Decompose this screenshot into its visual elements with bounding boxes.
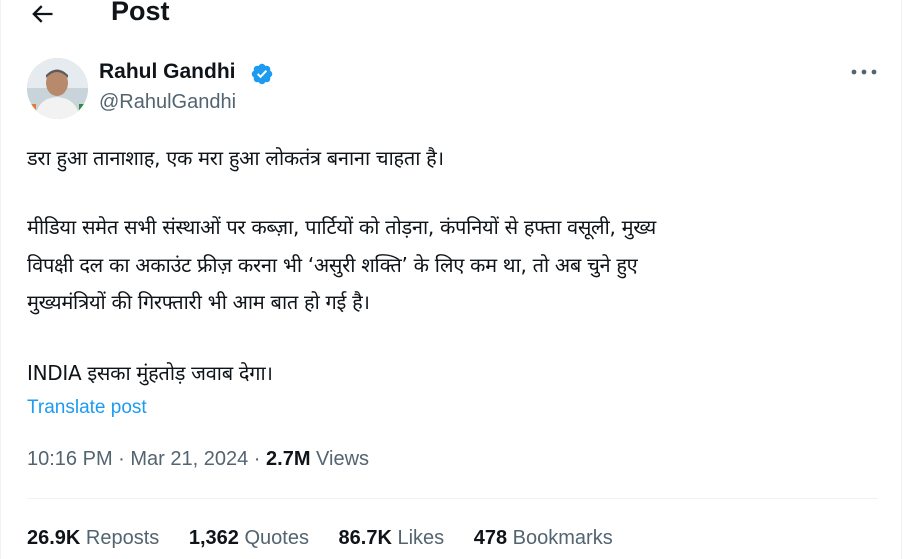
stat-count: 26.9K [27,527,81,549]
header: Post [0,0,904,30]
views-count: 2.7M [266,448,311,470]
column-border-left [0,0,1,559]
tweet-text-line: विपक्षी दल का अकाउंट फ्रीज़ करना भी ‘असु… [27,253,638,277]
stat-label: Bookmarks [507,527,613,549]
meta-separator: · [248,448,267,470]
divider [27,498,878,499]
meta-separator: · [112,448,131,470]
post-meta: 10:16 PM · Mar 21, 2024 · 2.7M Views [27,448,369,471]
post-detail-view: Post Rahul Gandhi @RahulGandhi डरा हुआ त… [0,0,904,559]
quotes-stat[interactable]: 1,362 Quotes [189,527,309,550]
post-time[interactable]: 10:16 PM [27,448,113,470]
stat-label: Likes [391,527,445,549]
translate-post-link[interactable]: Translate post [27,397,147,419]
tweet-text-line: मीडिया समेत सभी संस्थाओं पर कब्ज़ा, पार्… [27,215,656,239]
page-title: Post [111,0,170,26]
likes-stat[interactable]: 86.7K Likes [339,527,445,550]
avatar[interactable] [27,58,88,119]
reposts-stat[interactable]: 26.9K Reposts [27,527,159,550]
author-name[interactable]: Rahul Gandhi [99,60,236,84]
bookmarks-stat[interactable]: 478 Bookmarks [474,527,613,550]
post-date[interactable]: Mar 21, 2024 [130,448,248,470]
views-label: Views [310,448,370,470]
stat-count: 86.7K [338,527,392,549]
author-handle[interactable]: @RahulGandhi [99,91,236,114]
tweet-text-line: डरा हुआ तानाशाह, एक मरा हुआ लोकतंत्र बना… [27,146,444,170]
more-horizontal-icon[interactable] [850,62,878,82]
stat-label: Reposts [80,527,160,549]
stat-count: 478 [473,527,508,549]
tweet-text-line: INDIA इसका मुंहतोड़ जवाब देगा। [27,361,273,385]
stat-label: Quotes [238,527,309,549]
verified-badge-icon [250,62,274,86]
column-border-right [901,0,902,559]
arrow-left-icon[interactable] [28,0,56,28]
engagement-stats: 26.9K Reposts 1,362 Quotes 86.7K Likes 4… [27,527,637,550]
tweet-text-line: मुख्यमंत्रियों की गिरफ्तारी भी आम बात हो… [27,290,370,314]
stat-count: 1,362 [188,527,239,549]
